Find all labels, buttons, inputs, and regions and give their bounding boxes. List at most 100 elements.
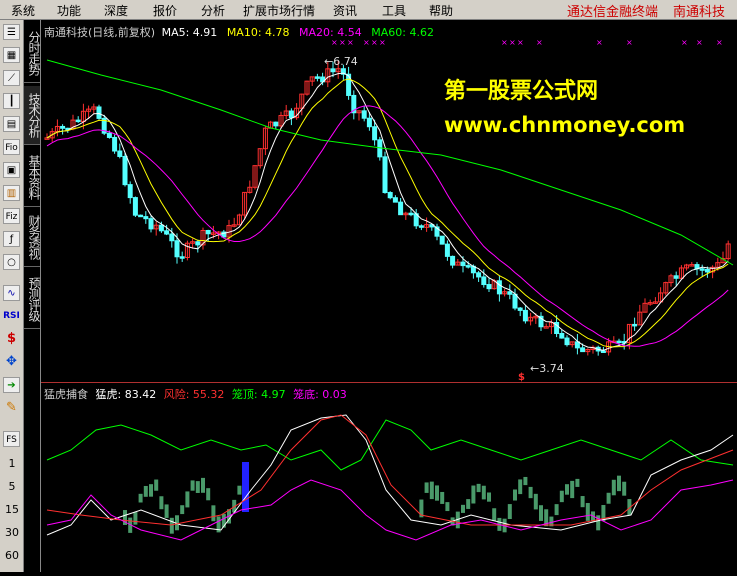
risk-value: 风险: 55.32 [163, 388, 225, 401]
indicator-bar [206, 488, 211, 501]
list-icon[interactable]: ☰ [3, 24, 20, 40]
f10-icon[interactable]: ▣ [3, 162, 20, 178]
candle-icon[interactable]: ┃ [3, 93, 20, 109]
candle-body [117, 150, 123, 157]
indicator-bar [611, 479, 616, 496]
indicator-bar [476, 483, 481, 493]
menu-help[interactable]: 帮助 [429, 2, 453, 19]
candle-body [580, 347, 586, 353]
rsi-icon[interactable]: RSI [3, 308, 20, 324]
tab-fundamentals[interactable]: 基本资料 [24, 148, 41, 207]
indicator-bar [445, 502, 450, 512]
dollar-icon[interactable]: $ [3, 331, 20, 347]
cage-top-value: 笼顶: 4.97 [231, 388, 286, 401]
ma5-value: MA5: 4.91 [161, 26, 218, 39]
signal-mark: × [509, 38, 516, 47]
period-15[interactable]: 15 [2, 503, 22, 516]
candle-body [75, 119, 81, 123]
menghu-value: 猛虎: 83.42 [95, 388, 157, 401]
candle-body [704, 268, 710, 273]
indicator-bar [554, 504, 559, 516]
candle-body [205, 229, 211, 235]
search-icon[interactable]: ○ [3, 254, 20, 270]
fx-icon[interactable]: ƒ [3, 231, 20, 247]
menu-depth[interactable]: 深度 [104, 2, 128, 19]
indicator-bar [133, 512, 138, 525]
fiz-icon[interactable]: Fiz [3, 208, 20, 224]
candle-body [361, 110, 367, 119]
candle-body [132, 197, 138, 216]
fio-icon[interactable]: Fio [3, 139, 20, 155]
tab-financials[interactable]: 财务透视 [24, 208, 41, 267]
stock-name: 南通科技 [673, 5, 726, 20]
fs-icon[interactable]: FS [3, 431, 20, 447]
candle-body [616, 340, 622, 344]
doc-icon[interactable]: ▥ [3, 185, 20, 201]
indicator-bar [533, 493, 538, 510]
left-toolbar: ☰ ▦ ⟋ ┃ ▤ Fio ▣ ▥ Fiz ƒ ○ ∿ RSI $ ✥ ➔ ✎ … [0, 20, 24, 572]
menu-news[interactable]: 资讯 [333, 2, 357, 19]
signal-mark: × [501, 38, 508, 47]
low-annotation: ←3.74 [530, 362, 564, 375]
menu-tools[interactable]: 工具 [382, 2, 406, 19]
candle-body [398, 201, 404, 216]
indicator-bar [424, 482, 429, 493]
pencil-icon[interactable]: ✎ [3, 400, 20, 416]
menu-extended-market[interactable]: 扩展市场行情 [243, 2, 315, 19]
indicator-bar [606, 492, 611, 504]
indicator-bar [461, 504, 465, 513]
period-60[interactable]: 60 [2, 549, 22, 562]
candle-body [148, 218, 154, 230]
tab-intraday[interactable]: 分时走势 [24, 24, 41, 83]
candle-body [481, 276, 487, 286]
move-icon[interactable]: ✥ [3, 354, 20, 370]
menu-analysis[interactable]: 分析 [201, 2, 225, 19]
indicator-bar [180, 505, 185, 515]
candle-body [127, 184, 133, 199]
cage-top-line [46, 419, 734, 471]
candle-body [288, 110, 294, 119]
indicator-bar [159, 496, 164, 510]
period-30[interactable]: 30 [2, 526, 22, 539]
candle-body [486, 284, 492, 290]
candle-body [517, 307, 523, 311]
menu-system[interactable]: 系统 [11, 2, 35, 19]
export-icon[interactable]: ➔ [3, 377, 20, 393]
candle-body [699, 268, 705, 271]
candle-body [507, 291, 513, 295]
candle-body [96, 106, 102, 119]
candle-body [164, 230, 170, 235]
menu-quote[interactable]: 报价 [153, 2, 177, 19]
candle-body [460, 261, 466, 267]
indicator-bar [559, 490, 564, 503]
line-chart-icon[interactable]: ⟋ [3, 70, 20, 86]
watermark-title: 第一股票公式网 [444, 79, 599, 104]
high-annotation: ←6.74 [324, 55, 358, 68]
candle-body [273, 121, 279, 127]
tab-technical[interactable]: 技术分析 [24, 86, 41, 145]
ma10-value: MA10: 4.78 [226, 26, 290, 39]
indicator-bar [154, 479, 159, 491]
indicator-bar [492, 508, 497, 521]
candle-body [169, 233, 175, 242]
chart-area[interactable]: × × × × × × × × × × × × × × × $ [41, 20, 737, 572]
period-5[interactable]: 5 [2, 480, 22, 493]
wave-icon[interactable]: ∿ [3, 285, 20, 301]
indicator-bar [237, 485, 242, 495]
signal-mark: × [596, 38, 603, 47]
tab-forecast[interactable]: 预测评级 [24, 270, 41, 329]
watermark-url: www.chnmoney.com [444, 113, 686, 137]
signal-mark: × [716, 38, 723, 47]
indicator-bar [429, 481, 434, 500]
menu-function[interactable]: 功能 [57, 2, 81, 19]
period-1[interactable]: 1 [2, 457, 22, 470]
candle-body [512, 293, 518, 309]
signal-mark: × [536, 38, 543, 47]
candle-body [112, 136, 118, 152]
table-icon[interactable]: ▤ [3, 116, 20, 132]
indicator-bar [528, 486, 533, 499]
candle-body [559, 333, 565, 339]
indicator-bar [539, 505, 543, 521]
grid-icon[interactable]: ▦ [3, 47, 20, 63]
candle-body [564, 337, 570, 346]
